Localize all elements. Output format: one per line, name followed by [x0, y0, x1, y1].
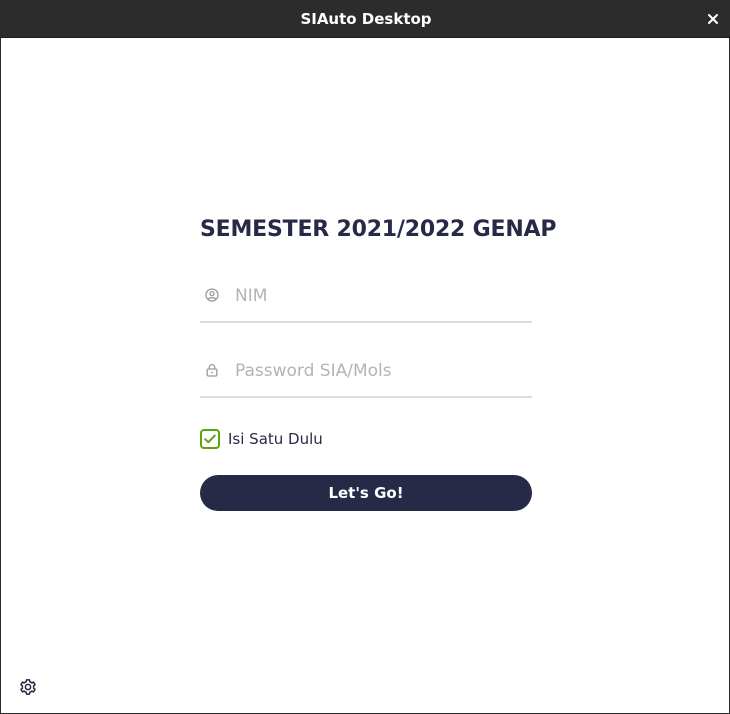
settings-button[interactable]: [18, 677, 38, 697]
close-button[interactable]: [703, 9, 723, 29]
remember-label: Isi Satu Dulu: [228, 429, 323, 448]
title-bar[interactable]: SIAuto Desktop: [1, 0, 730, 38]
gear-icon: [20, 679, 36, 695]
close-icon: [708, 14, 718, 24]
password-field: [200, 350, 532, 398]
nim-field: [200, 275, 532, 323]
checkbox-checked-icon[interactable]: [200, 428, 220, 449]
password-input[interactable]: [235, 356, 525, 386]
lock-icon: [204, 362, 220, 378]
semester-heading: SEMESTER 2021/2022 GENAP: [200, 217, 557, 242]
user-circle-icon: [204, 287, 220, 303]
submit-button[interactable]: Let's Go!: [200, 475, 532, 511]
nim-input[interactable]: [235, 281, 525, 311]
app-window: SIAuto Desktop SEMESTER 2021/2022 GENAP: [0, 0, 730, 714]
remember-checkbox[interactable]: Isi Satu Dulu: [200, 428, 323, 449]
window-title: SIAuto Desktop: [300, 10, 432, 28]
